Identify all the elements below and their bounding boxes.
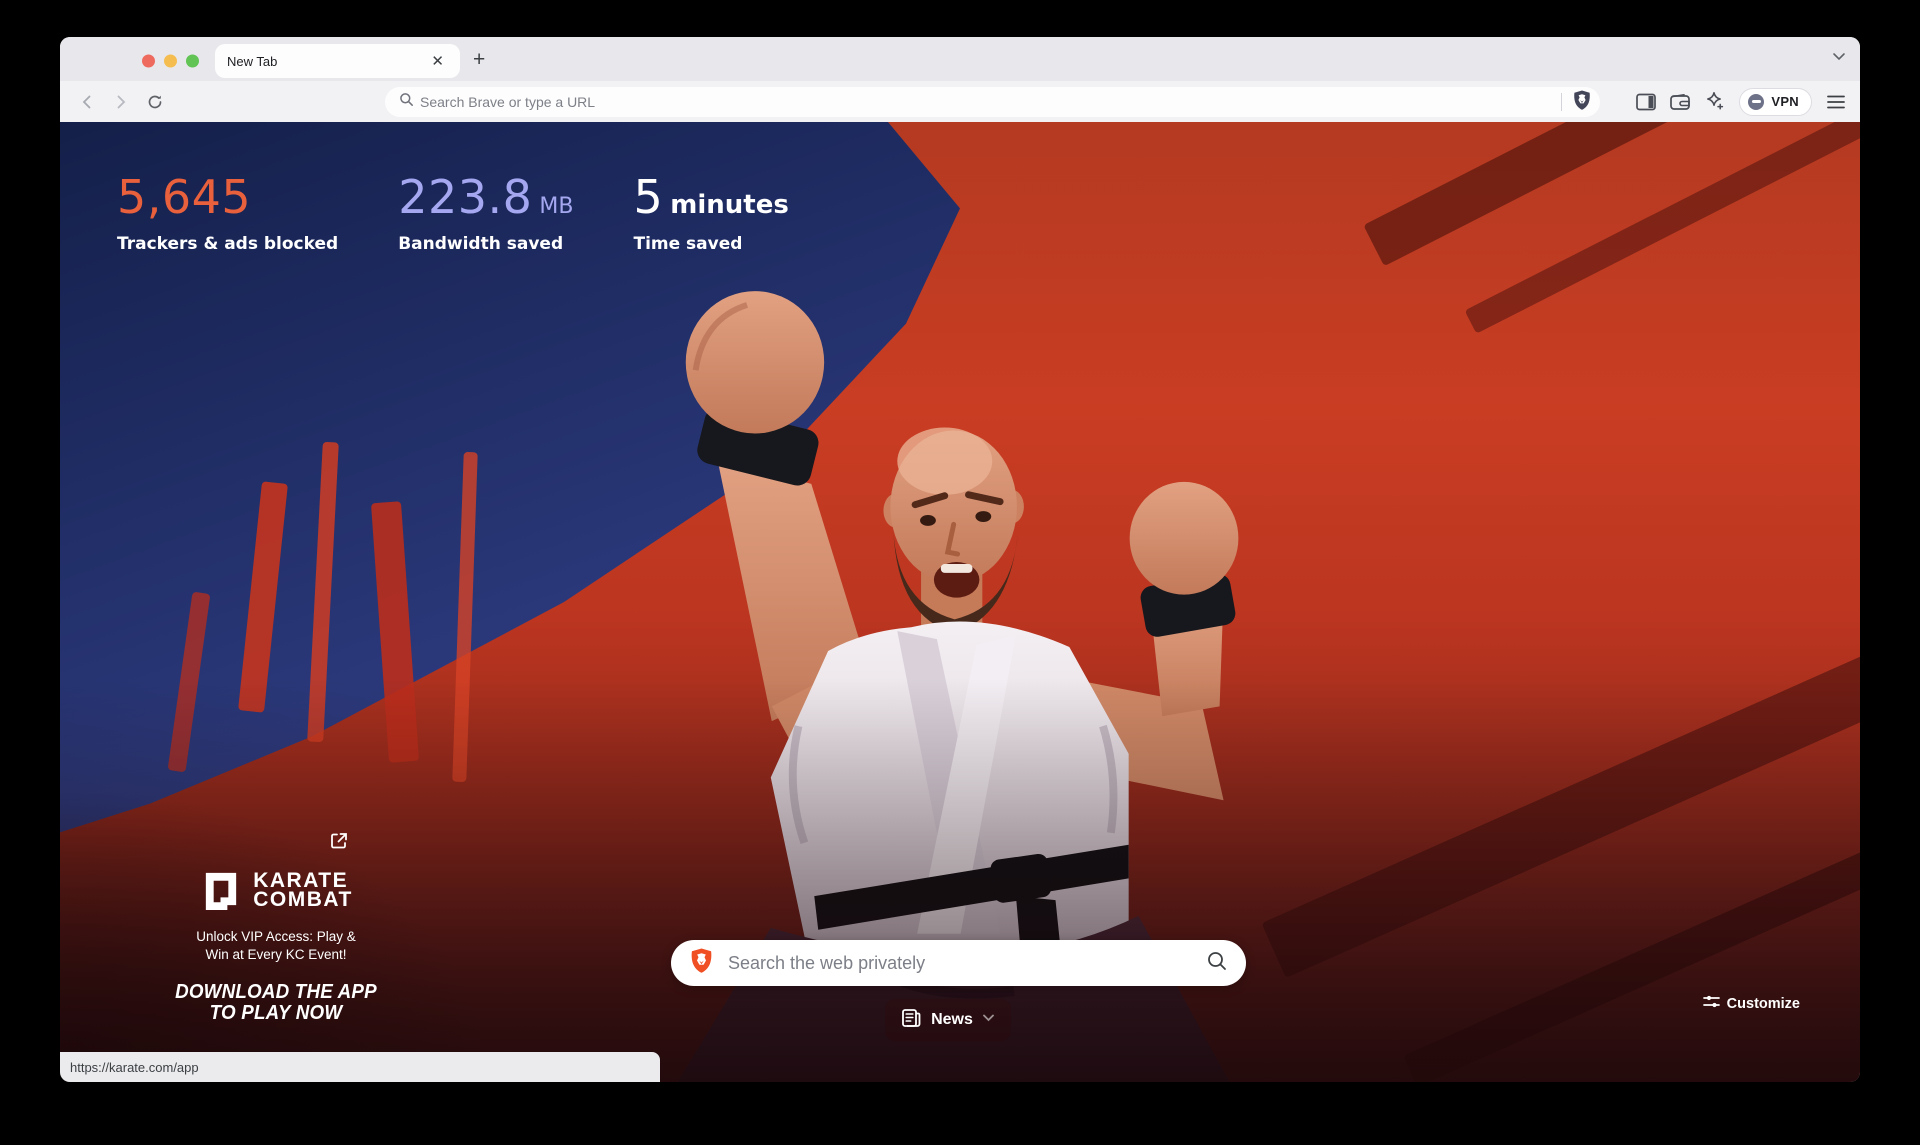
forward-button[interactable] (108, 89, 134, 115)
customize-sliders-icon (1703, 994, 1720, 1014)
stat-bandwidth-saved: 223.8 MB Bandwidth saved (398, 170, 573, 254)
vpn-label: VPN (1771, 94, 1799, 109)
macos-zoom-button[interactable] (186, 55, 199, 68)
browser-window: New Tab ✕ + Search Brave or type a URL (60, 37, 1860, 1082)
back-button[interactable] (74, 89, 100, 115)
reload-button[interactable] (142, 89, 168, 115)
news-chevron-icon (982, 1011, 995, 1029)
menu-hamburger-icon[interactable] (1826, 94, 1846, 110)
sponsor-tagline-line1: Unlock VIP Access: Play & (106, 928, 446, 946)
sponsor-tagline-line2: Win at Every KC Event! (106, 946, 446, 964)
sponsor-cta[interactable]: DOWNLOAD THE APP TO PLAY NOW (116, 982, 436, 1024)
stat-unit: MB (539, 194, 573, 219)
status-bar: https://karate.com/app (60, 1052, 660, 1082)
tab-close-icon[interactable]: ✕ (427, 52, 448, 70)
customize-button[interactable]: Customize (1703, 994, 1800, 1014)
stat-label: Time saved (633, 234, 788, 254)
vpn-status-icon (1748, 94, 1764, 110)
new-tab-button[interactable]: + (473, 46, 485, 74)
stat-value: 5,645 (117, 170, 251, 224)
address-bar[interactable]: Search Brave or type a URL (385, 87, 1600, 117)
tab-new-tab[interactable]: New Tab ✕ (215, 44, 460, 78)
search-submit-icon[interactable] (1206, 950, 1228, 977)
tab-strip: New Tab ✕ + (60, 37, 1860, 81)
brave-logo-icon (689, 947, 714, 980)
vpn-button[interactable]: VPN (1739, 88, 1812, 116)
web-search-bar[interactable]: Search the web privately (671, 940, 1246, 986)
stat-unit: minutes (670, 190, 789, 220)
stat-value: 223.8 (398, 170, 532, 224)
tab-search-chevron-icon[interactable] (1832, 49, 1846, 63)
wallet-icon[interactable] (1670, 93, 1690, 111)
search-icon (399, 92, 414, 112)
sidebar-toggle-icon[interactable] (1636, 93, 1656, 111)
customize-label: Customize (1727, 996, 1800, 1012)
sponsored-branding[interactable]: KARATE COMBAT Unlock VIP Access: Play & … (106, 812, 446, 1024)
navigation-toolbar: Search Brave or type a URL (60, 81, 1860, 122)
privacy-stats: 5,645 Trackers & ads blocked 223.8 MB Ba… (117, 170, 789, 254)
stat-trackers-blocked: 5,645 Trackers & ads blocked (117, 170, 338, 254)
macos-close-button[interactable] (142, 55, 155, 68)
macos-minimize-button[interactable] (164, 55, 177, 68)
status-url: https://karate.com/app (70, 1060, 199, 1075)
new-tab-page: 5,645 Trackers & ads blocked 223.8 MB Ba… (60, 122, 1860, 1082)
tab-title: New Tab (227, 54, 427, 69)
brave-shields-icon[interactable] (1572, 89, 1592, 116)
web-search-placeholder: Search the web privately (728, 953, 1206, 974)
news-icon (901, 1008, 922, 1033)
address-bar-placeholder: Search Brave or type a URL (420, 94, 595, 110)
news-feed-button[interactable]: News (885, 999, 1011, 1041)
karate-combat-logo: KARATE COMBAT (106, 868, 446, 912)
stat-value: 5 (633, 170, 663, 224)
stat-label: Trackers & ads blocked (117, 234, 338, 254)
stat-label: Bandwidth saved (398, 234, 573, 254)
leo-ai-icon[interactable] (1704, 91, 1725, 112)
news-label: News (931, 1011, 973, 1029)
karate-combat-logo-mark (199, 868, 243, 912)
address-bar-divider (1561, 93, 1562, 111)
stat-time-saved: 5 minutes Time saved (633, 170, 788, 254)
external-link-icon[interactable] (328, 830, 350, 852)
brand-line2: COMBAT (253, 890, 353, 909)
